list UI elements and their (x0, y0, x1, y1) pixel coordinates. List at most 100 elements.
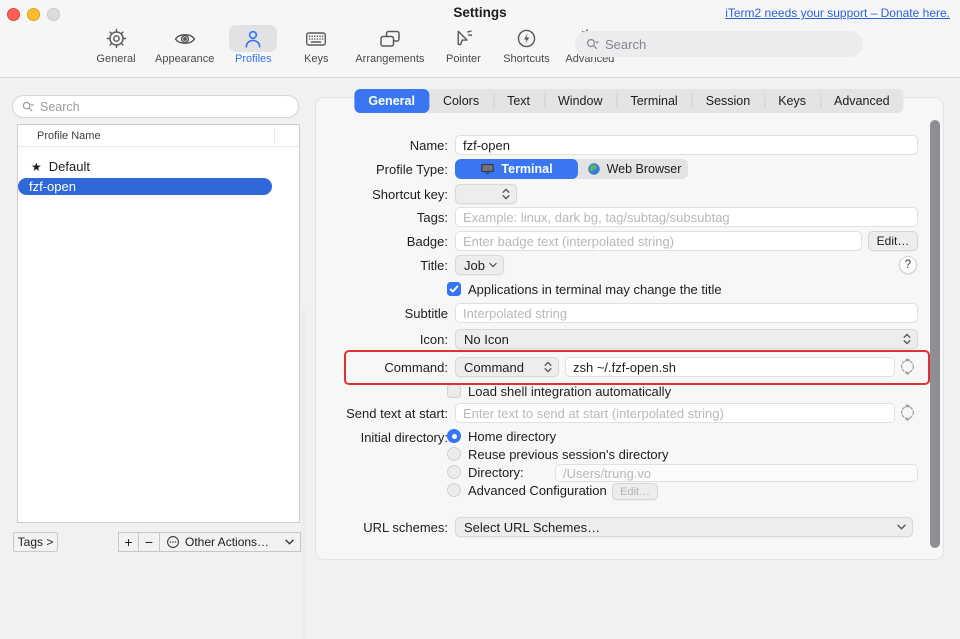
tab-colors[interactable]: Colors (429, 89, 493, 113)
tags-button[interactable]: Tags > (13, 532, 58, 552)
toolbar-item-general[interactable]: General (92, 25, 140, 65)
toolbar-item-shortcuts[interactable]: Shortcuts (502, 25, 550, 65)
profile-type-label: Profile Type: (313, 162, 448, 177)
tab-session[interactable]: Session (692, 89, 764, 113)
globe-icon (587, 162, 601, 176)
name-label: Name: (313, 138, 448, 153)
command-label: Command: (313, 360, 448, 375)
profile-type-web-browser-segment[interactable]: Web Browser (580, 159, 688, 179)
command-mode-value: Command (464, 360, 524, 375)
toolbar-label: Pointer (446, 53, 481, 65)
up-down-chevrons-icon (544, 361, 552, 373)
toolbar-item-keys[interactable]: Keys (292, 25, 340, 65)
toolbar-label: Arrangements (355, 53, 424, 65)
chevron-down-icon (489, 262, 497, 268)
default-star-icon: ★ (31, 160, 42, 174)
initial-directory-label: Initial directory: (313, 430, 448, 445)
badge-label: Badge: (313, 234, 448, 249)
donate-link[interactable]: iTerm2 needs your support – Donate here. (725, 6, 950, 20)
tab-advanced[interactable]: Advanced (820, 89, 904, 113)
tags-input[interactable] (455, 207, 918, 227)
title-change-checkbox[interactable] (447, 282, 461, 296)
directory-input[interactable] (555, 464, 918, 482)
profile-actions-group: + − Other Actions… (118, 532, 301, 552)
gear-icon (92, 25, 140, 52)
tab-terminal[interactable]: Terminal (616, 89, 691, 113)
directory-radio[interactable] (447, 465, 461, 479)
icon-label: Icon: (313, 332, 448, 347)
ellipsis-circle-icon (166, 535, 180, 549)
reuse-directory-radio-label: Reuse previous session's directory (468, 447, 668, 462)
lightning-icon (502, 25, 550, 52)
home-directory-radio[interactable] (447, 429, 461, 443)
toolbar-item-arrangements[interactable]: Arrangements (355, 25, 424, 65)
terminal-icon (480, 163, 495, 176)
badge-input[interactable] (455, 231, 862, 251)
profile-row-default[interactable]: ★ Default (31, 159, 90, 174)
tab-window[interactable]: Window (544, 89, 616, 113)
profile-search-field[interactable]: Search (12, 95, 299, 118)
advanced-configuration-edit-button[interactable]: Edit… (612, 483, 658, 500)
profile-type-terminal-segment[interactable]: Terminal (455, 159, 578, 179)
profile-search-placeholder: Search (40, 100, 80, 114)
other-actions-button[interactable]: Other Actions… (160, 532, 301, 552)
directory-radio-label: Directory: (468, 465, 524, 480)
badge-edit-button[interactable]: Edit… (868, 231, 918, 251)
column-divider[interactable] (274, 129, 275, 143)
shortcut-key-popup[interactable] (455, 184, 517, 204)
subtitle-input[interactable] (455, 303, 918, 323)
advanced-configuration-radio[interactable] (447, 483, 461, 497)
search-icon (21, 100, 35, 114)
url-schemes-pulldown[interactable]: Select URL Schemes… (455, 517, 913, 537)
shell-integration-checkbox[interactable] (447, 384, 461, 398)
icon-popup[interactable]: No Icon (455, 329, 918, 349)
chevron-down-icon (897, 524, 906, 530)
icon-popup-value: No Icon (464, 332, 509, 347)
keyboard-icon (292, 25, 340, 52)
toolbar-search-placeholder: Search (605, 37, 646, 52)
send-text-label: Send text at start: (313, 406, 448, 421)
reuse-directory-radio[interactable] (447, 447, 461, 461)
chevron-down-icon (285, 539, 294, 545)
send-text-input[interactable] (455, 403, 895, 423)
title-popup-value: Job (464, 258, 485, 273)
name-input[interactable] (455, 135, 918, 155)
tab-keys[interactable]: Keys (764, 89, 820, 113)
profile-row-fzf-open[interactable]: fzf-open (18, 178, 272, 195)
profile-list-scrollbar[interactable] (301, 309, 307, 639)
remove-profile-button[interactable]: − (139, 532, 160, 552)
eye-icon (161, 25, 209, 52)
profile-list-header[interactable]: Profile Name (18, 125, 299, 147)
profile-type-segmented-control: Terminal Web Browser (455, 159, 688, 179)
title-help-button[interactable]: ? (899, 256, 917, 274)
toolbar-label: Profiles (235, 53, 272, 65)
windows-icon (366, 25, 414, 52)
other-actions-label: Other Actions… (185, 535, 269, 549)
shortcut-key-label: Shortcut key: (313, 187, 448, 202)
toolbar-search-field[interactable]: Search (575, 31, 863, 57)
toolbar-item-appearance[interactable]: Appearance (155, 25, 214, 65)
toolbar-item-pointer[interactable]: Pointer (439, 25, 487, 65)
tab-general[interactable]: General (354, 89, 429, 113)
toolbar-label: Keys (304, 53, 328, 65)
interpolation-cycle-icon[interactable] (899, 358, 916, 375)
terminal-segment-label: Terminal (501, 162, 552, 176)
title-popup[interactable]: Job (455, 255, 504, 275)
profile-name-label: Default (49, 159, 90, 174)
check-icon (448, 283, 460, 295)
toolbar-item-profiles[interactable]: Profiles (229, 25, 277, 65)
toolbar-label: Shortcuts (503, 53, 549, 65)
title-change-checkbox-label: Applications in terminal may change the … (468, 282, 722, 297)
command-input[interactable] (565, 357, 895, 377)
advanced-configuration-radio-label: Advanced Configuration (468, 483, 607, 498)
url-schemes-value: Select URL Schemes… (464, 520, 600, 535)
add-profile-button[interactable]: + (118, 532, 139, 552)
profile-name-label: fzf-open (29, 179, 76, 194)
tags-label: Tags: (313, 210, 448, 225)
toolbar-label: Appearance (155, 53, 214, 65)
command-mode-popup[interactable]: Command (455, 357, 559, 377)
up-down-chevrons-icon (903, 333, 911, 345)
tab-text[interactable]: Text (493, 89, 544, 113)
interpolation-cycle-icon[interactable] (899, 404, 916, 421)
panel-scrollbar[interactable] (930, 120, 940, 548)
